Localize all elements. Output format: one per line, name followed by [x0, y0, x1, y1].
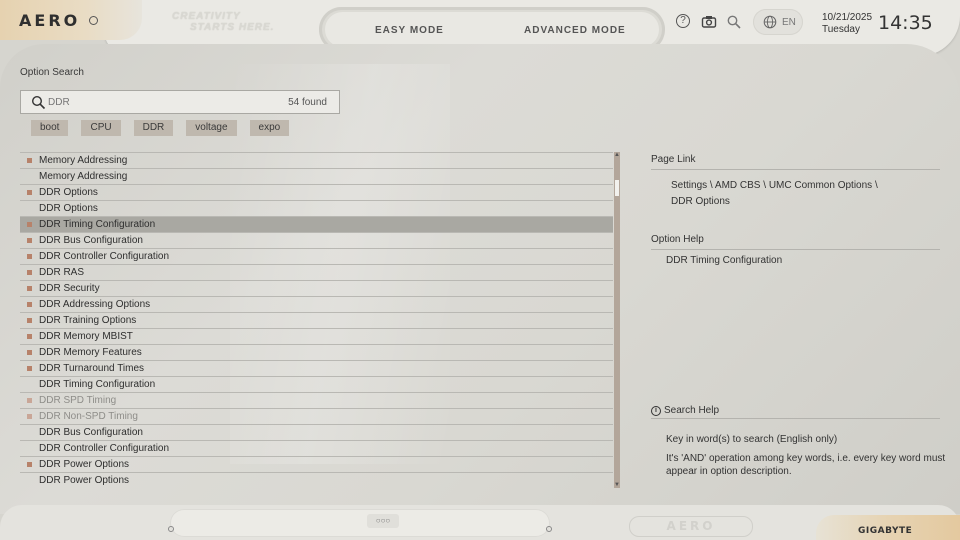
- footer-center-pill: [170, 509, 550, 537]
- result-row[interactable]: DDR Timing Configuration: [20, 376, 613, 392]
- result-row[interactable]: DDR Power Options: [20, 456, 613, 472]
- search-help-line2: It's 'AND' operation among key words, i.…: [666, 453, 946, 477]
- weekday-text: Tuesday: [822, 24, 860, 35]
- keyword-chip[interactable]: DDR: [133, 120, 174, 136]
- globe-icon: [763, 15, 777, 29]
- result-row[interactable]: DDR Options: [20, 200, 613, 216]
- tagline-line1: CREATIVITY: [172, 11, 241, 22]
- result-row[interactable]: DDR Timing Configuration: [20, 216, 613, 232]
- clock: 14:35: [878, 12, 933, 34]
- footer-aero-logo: AERO: [629, 516, 753, 537]
- date-text: 10/21/2025: [822, 12, 873, 23]
- keyword-chip[interactable]: boot: [31, 120, 69, 136]
- search-help-line1: Key in word(s) to search (English only): [666, 434, 838, 445]
- footer-menu-dots[interactable]: ○○○: [367, 514, 399, 528]
- result-row[interactable]: DDR Non-SPD Timing: [20, 408, 613, 424]
- result-row[interactable]: Memory Addressing: [20, 152, 613, 168]
- gigabyte-logo: GIGABYTE: [858, 526, 913, 536]
- tagline: CREATIVITY STARTS HERE.: [172, 11, 274, 33]
- footer-bar: ○○○ AERO GIGABYTE: [0, 505, 960, 540]
- keyword-chip[interactable]: expo: [249, 120, 290, 136]
- found-count: 54 found: [288, 97, 327, 108]
- search-help-header: i Search Help: [651, 403, 940, 419]
- option-help-text: DDR Timing Configuration: [666, 255, 783, 266]
- advanced-mode-button[interactable]: ADVANCED MODE: [524, 25, 626, 36]
- easy-mode-button[interactable]: EASY MODE: [375, 25, 444, 36]
- tagline-line2: STARTS HERE.: [190, 22, 275, 33]
- search-box[interactable]: 54 found: [20, 90, 340, 114]
- scroll-up-icon[interactable]: ▲: [614, 152, 620, 158]
- result-row[interactable]: DDR RAS: [20, 264, 613, 280]
- search-input[interactable]: [48, 95, 268, 109]
- result-row[interactable]: DDR Memory MBIST: [20, 328, 613, 344]
- footer-left-dot-icon: [168, 526, 174, 532]
- result-row[interactable]: DDR Security: [20, 280, 613, 296]
- main-area: Option Search 54 found boot CPU DDR voltage…: [0, 44, 960, 514]
- scroll-down-icon[interactable]: ▼: [614, 482, 620, 488]
- results-list: Memory Addressing Memory Addressing DDR Op…: [20, 152, 613, 488]
- results-scrollbar[interactable]: ▲ ▼: [614, 152, 620, 488]
- logo-dot-icon: [89, 16, 98, 25]
- help-icon[interactable]: ?: [676, 14, 692, 30]
- keyword-chips: boot CPU DDR voltage expo: [31, 120, 302, 136]
- camera-icon[interactable]: [701, 14, 717, 30]
- scroll-thumb[interactable]: [615, 180, 619, 196]
- result-row[interactable]: DDR SPD Timing: [20, 392, 613, 408]
- result-row[interactable]: DDR Training Options: [20, 312, 613, 328]
- search-field-icon: [31, 95, 46, 110]
- result-row[interactable]: DDR Memory Features: [20, 344, 613, 360]
- search-icon[interactable]: [726, 14, 742, 30]
- keyword-chip[interactable]: CPU: [81, 120, 121, 136]
- option-search-title: Option Search: [20, 67, 84, 78]
- result-row[interactable]: DDR Addressing Options: [20, 296, 613, 312]
- language-selector[interactable]: EN: [753, 9, 803, 35]
- info-icon: i: [651, 405, 661, 416]
- result-row[interactable]: DDR Power Options: [20, 472, 613, 488]
- search-help-text: Key in word(s) to search (English only) …: [666, 433, 946, 484]
- page-link-path: Settings \ AMD CBS \ UMC Common Options …: [671, 180, 878, 191]
- page-link-leaf: DDR Options: [671, 196, 730, 207]
- search-help-title: Search Help: [664, 405, 720, 416]
- result-row[interactable]: Memory Addressing: [20, 168, 613, 184]
- aero-logo: AERO: [19, 11, 81, 30]
- result-row[interactable]: DDR Bus Configuration: [20, 232, 613, 248]
- page-link-path-block: Settings \ AMD CBS \ UMC Common Options …: [671, 178, 931, 210]
- result-row[interactable]: DDR Controller Configuration: [20, 440, 613, 456]
- language-label: EN: [782, 17, 796, 28]
- result-row[interactable]: DDR Controller Configuration: [20, 248, 613, 264]
- result-row[interactable]: DDR Turnaround Times: [20, 360, 613, 376]
- result-row[interactable]: DDR Options: [20, 184, 613, 200]
- date-display: 10/21/2025 Tuesday: [822, 12, 872, 36]
- keyword-chip[interactable]: voltage: [186, 120, 237, 136]
- footer-right-dot-icon: [546, 526, 552, 532]
- result-row[interactable]: DDR Bus Configuration: [20, 424, 613, 440]
- option-help-title: Option Help: [651, 234, 940, 250]
- page-link-title: Page Link: [651, 154, 940, 170]
